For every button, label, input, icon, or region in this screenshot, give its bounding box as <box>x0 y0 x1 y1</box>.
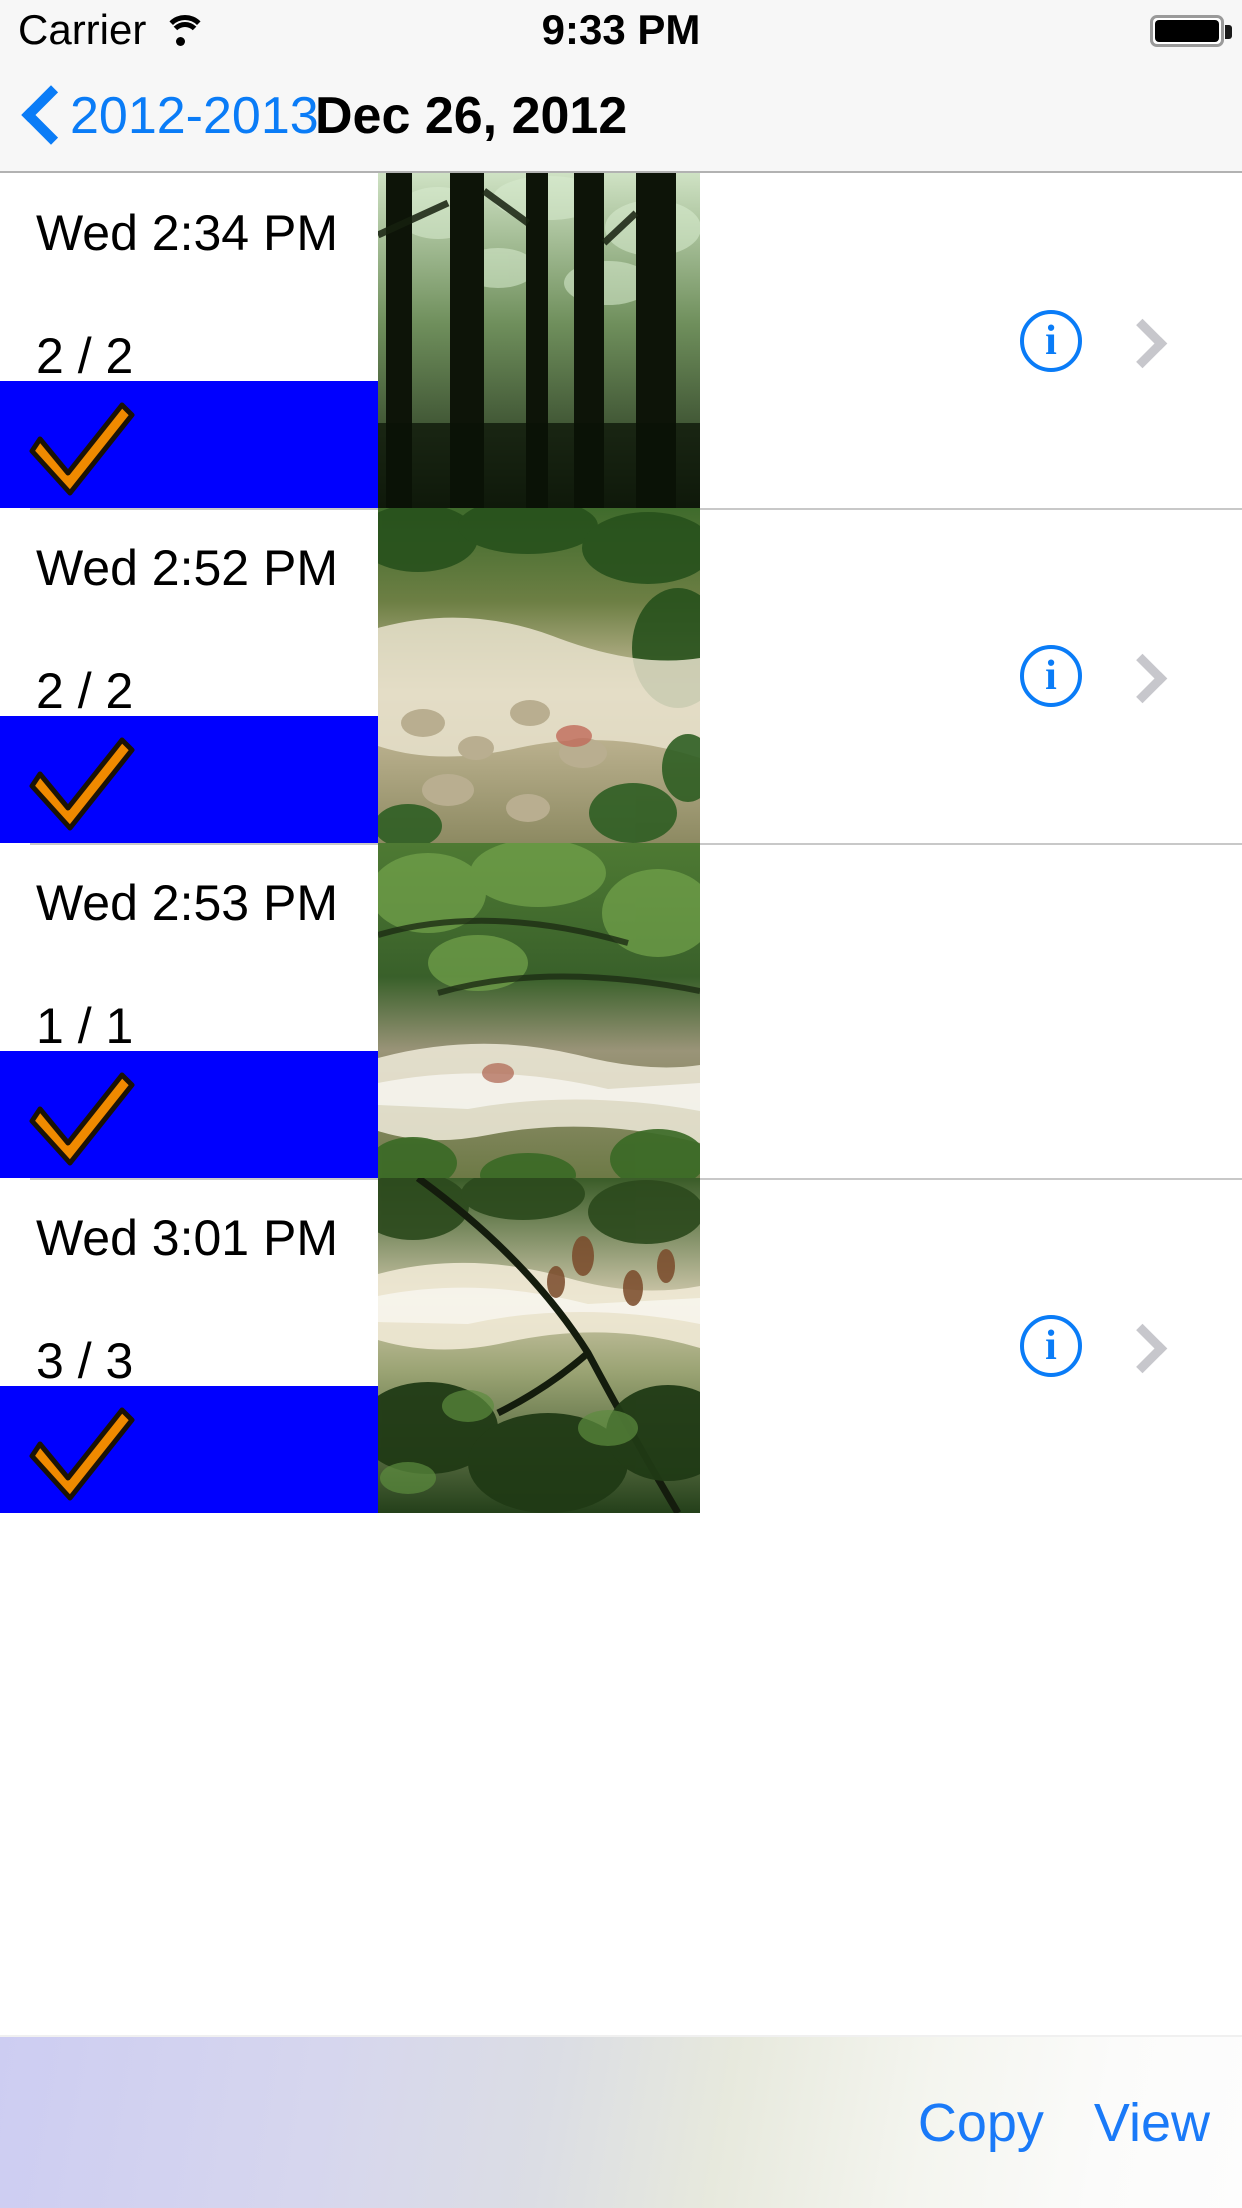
table-row[interactable]: Wed 2:52 PM 2 / 2 <box>0 508 1242 843</box>
checkmark-icon <box>22 734 142 834</box>
row-time-label: Wed 2:53 PM <box>36 878 338 928</box>
chevron-left-icon <box>22 88 56 144</box>
battery-fill <box>1155 20 1219 42</box>
entries-table[interactable]: Wed 2:34 PM 2 / 2 <box>0 173 1242 2035</box>
battery-cap-icon <box>1225 25 1232 39</box>
status-bar: Carrier 9:33 PM <box>0 0 1242 60</box>
navigation-bar: 2012-2013 Dec 26, 2012 <box>0 60 1242 173</box>
row-thumbnail[interactable] <box>378 508 700 843</box>
row-thumbnail[interactable] <box>378 843 700 1178</box>
row-selected-band[interactable] <box>0 381 378 508</box>
checkmark-icon <box>22 399 142 499</box>
copy-button[interactable]: Copy <box>914 2090 1048 2156</box>
bottom-toolbar: Copy View <box>0 2035 1242 2208</box>
checkmark-icon <box>22 1404 142 1504</box>
row-time-label: Wed 2:34 PM <box>36 208 338 258</box>
row-selected-band[interactable] <box>0 716 378 843</box>
info-circle-icon[interactable]: i <box>1020 310 1082 372</box>
back-button-label: 2012-2013 <box>70 90 319 142</box>
row-selected-band[interactable] <box>0 1051 378 1178</box>
row-thumbnail[interactable] <box>378 1178 700 1513</box>
table-row[interactable]: Wed 2:34 PM 2 / 2 <box>0 173 1242 508</box>
row-count-label: 2 / 2 <box>36 666 133 716</box>
chevron-right-icon[interactable] <box>1125 1326 1155 1366</box>
checkmark-icon <box>22 1069 142 1169</box>
row-time-label: Wed 3:01 PM <box>36 1213 338 1263</box>
info-circle-icon[interactable]: i <box>1020 645 1082 707</box>
table-row[interactable]: Wed 3:01 PM 3 / 3 <box>0 1178 1242 1513</box>
page-title: Dec 26, 2012 <box>315 60 627 171</box>
back-button[interactable]: 2012-2013 <box>22 60 319 171</box>
status-bar-clock: 9:33 PM <box>0 0 1242 60</box>
row-selected-band[interactable] <box>0 1386 378 1513</box>
table-row[interactable]: Wed 2:53 PM 1 / 1 <box>0 843 1242 1178</box>
row-thumbnail[interactable] <box>378 173 700 508</box>
chevron-right-icon[interactable] <box>1125 656 1155 696</box>
row-count-label: 3 / 3 <box>36 1336 133 1386</box>
battery-icon <box>1150 15 1224 47</box>
chevron-right-icon[interactable] <box>1125 321 1155 361</box>
info-circle-icon[interactable]: i <box>1020 1315 1082 1377</box>
row-time-label: Wed 2:52 PM <box>36 543 338 593</box>
row-count-label: 1 / 1 <box>36 1001 133 1051</box>
view-button[interactable]: View <box>1090 2090 1214 2156</box>
toolbar-buttons: Copy View <box>914 2037 1214 2208</box>
row-count-label: 2 / 2 <box>36 331 133 381</box>
